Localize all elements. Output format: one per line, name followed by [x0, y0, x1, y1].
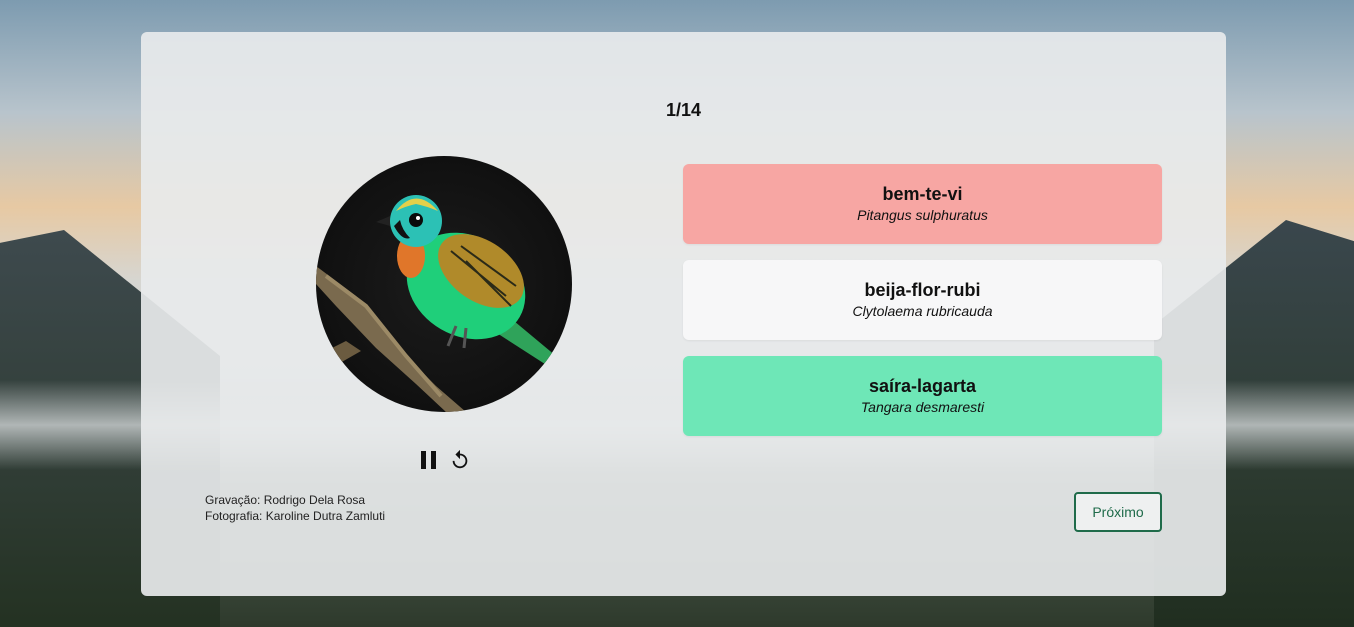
bird-photo [316, 156, 572, 412]
answer-options: bem-te-vi Pitangus sulphuratus beija-flo… [683, 164, 1162, 452]
option-saira-lagarta[interactable]: saíra-lagarta Tangara desmaresti [683, 356, 1162, 436]
bird-illustration [316, 195, 556, 412]
option-scientific-name: Clytolaema rubricauda [852, 303, 993, 319]
option-common-name: beija-flor-rubi [864, 280, 981, 300]
quiz-panel: 1/14 bem-te-vi Pitangus sulphuratus beij… [141, 32, 1226, 596]
option-scientific-name: Pitangus sulphuratus [857, 207, 988, 223]
option-common-name: bem-te-vi [882, 184, 963, 204]
audio-controls [419, 448, 471, 472]
option-bem-te-vi[interactable]: bem-te-vi Pitangus sulphuratus [683, 164, 1162, 244]
option-beija-flor-rubi[interactable]: beija-flor-rubi Clytolaema rubricauda [683, 260, 1162, 340]
replay-icon[interactable] [449, 449, 471, 471]
question-counter: 1/14 [665, 100, 702, 120]
credits: Gravação: Rodrigo Dela Rosa Fotografia: … [205, 492, 385, 524]
option-scientific-name: Tangara desmaresti [860, 399, 985, 415]
photo-credit: Fotografia: Karoline Dutra Zamluti [205, 509, 386, 523]
recording-credit: Gravação: Rodrigo Dela Rosa [205, 493, 366, 507]
pause-icon[interactable] [419, 449, 439, 471]
next-button[interactable]: Próximo [1074, 492, 1162, 532]
option-common-name: saíra-lagarta [868, 376, 977, 396]
